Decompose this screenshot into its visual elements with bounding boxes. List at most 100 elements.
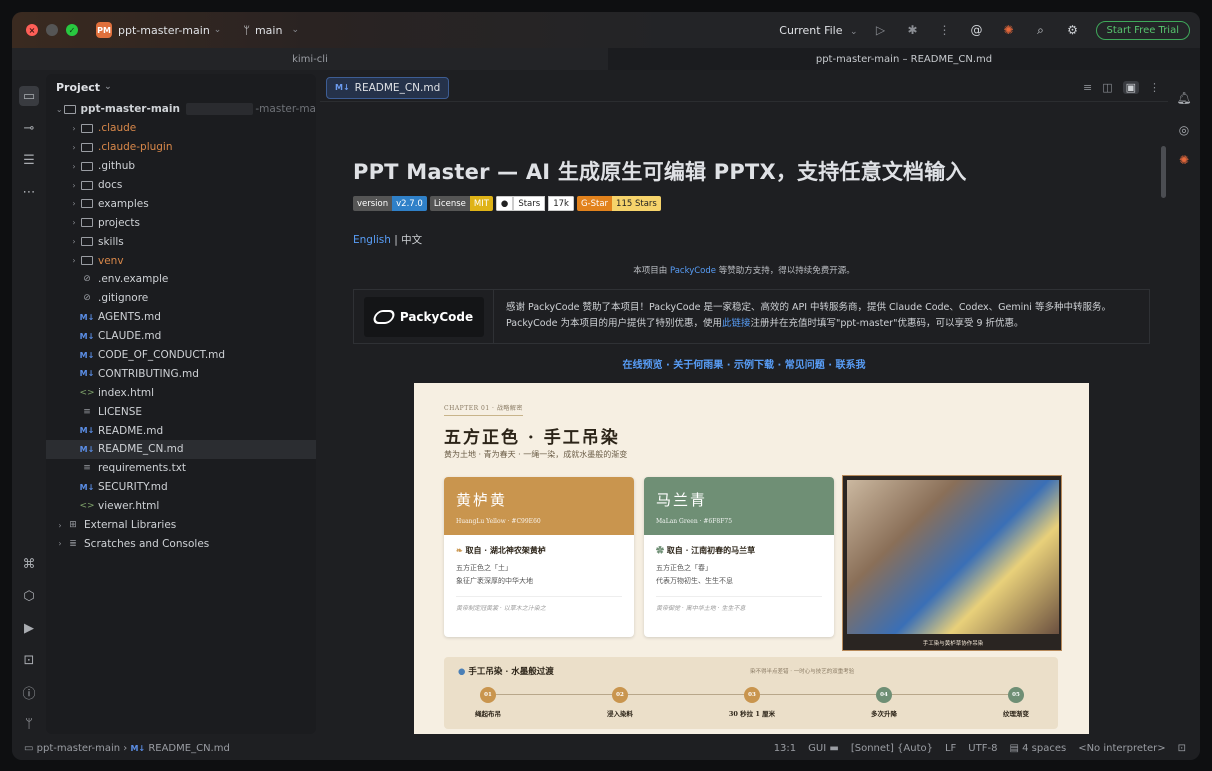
tree-item[interactable]: M↓ SECURITY.md	[46, 478, 316, 497]
version-badge[interactable]: version v2.7.0	[353, 196, 427, 211]
interpreter-selector[interactable]: <No interpreter>	[1078, 743, 1165, 754]
discount-link[interactable]: 此链接	[722, 318, 751, 329]
tree-item[interactable]: › projects	[46, 213, 316, 232]
line-separator[interactable]: LF	[945, 743, 956, 754]
step-label: 浸入染料	[607, 710, 633, 718]
breadcrumb-project[interactable]: ppt-master-main	[37, 743, 120, 754]
photo-image	[847, 480, 1059, 634]
markdown-preview[interactable]: PPT Master — AI 生成原生可编辑 PPTX，支持任意文档输入 ve…	[320, 102, 1168, 734]
ai-assistant-icon[interactable]: ◎	[1174, 120, 1194, 140]
english-link[interactable]: English	[353, 234, 391, 246]
tree-item[interactable]: M↓ CLAUDE.md	[46, 327, 316, 346]
folder-icon	[80, 160, 94, 172]
packycode-logo[interactable]: PackyCode	[363, 296, 484, 337]
tree-item[interactable]: ≡ LICENSE	[46, 402, 316, 421]
github-icon: ●	[495, 196, 514, 211]
packages-icon[interactable]: ⬡	[19, 586, 39, 606]
tree-item[interactable]: <> index.html	[46, 383, 316, 402]
zoom-window-button[interactable]: ✓	[66, 24, 78, 36]
sponsor-description: 感谢 PackyCode 赞助了本项目！PackyCode 是一家稳定、高效的 …	[494, 290, 1123, 343]
start-free-trial-button[interactable]: Start Free Trial	[1095, 20, 1190, 40]
folder-icon[interactable]: ▭	[19, 86, 39, 106]
tree-item[interactable]: › venv	[46, 251, 316, 270]
services-icon[interactable]: ▶	[19, 618, 39, 638]
tree-item[interactable]: M↓ CODE_OF_CONDUCT.md	[46, 346, 316, 365]
packycode-link[interactable]: PackyCode	[670, 266, 716, 276]
window-tab-ppt-master[interactable]: ppt-master-main – README_CN.md	[608, 48, 1200, 70]
vertical-scrollbar[interactable]	[1161, 146, 1166, 198]
tree-item[interactable]: M↓ AGENTS.md	[46, 308, 316, 327]
tree-item[interactable]: › docs	[46, 176, 316, 195]
tree-item[interactable]: M↓ README.md	[46, 421, 316, 440]
lock-icon[interactable]: ⊡	[1178, 743, 1186, 754]
model-selector[interactable]: [Sonnet] {Auto}	[851, 743, 933, 754]
notifications-icon[interactable]: 🔔︎	[1174, 88, 1194, 108]
tree-item[interactable]: <> viewer.html	[46, 497, 316, 516]
claude-icon[interactable]: ✺	[1174, 150, 1194, 170]
library-icon: ⊞	[69, 520, 77, 531]
problems-icon[interactable]: ⓘ	[19, 682, 39, 702]
gui-indicator[interactable]: GUI ▬	[808, 743, 839, 754]
tree-item[interactable]: M↓ CONTRIBUTING.md	[46, 364, 316, 383]
tree-item[interactable]: › examples	[46, 194, 316, 213]
packycode-logo-icon	[371, 309, 397, 324]
breadcrumb-file[interactable]: README_CN.md	[148, 743, 229, 754]
tree-item[interactable]: › .claude	[46, 119, 316, 138]
license-badge[interactable]: License MIT	[429, 196, 493, 211]
debug-icon[interactable]: ✱	[904, 21, 922, 39]
github-stars-badge[interactable]: ● Stars 17k	[495, 196, 574, 211]
more-icon[interactable]: ⋮	[1149, 81, 1160, 94]
badge-row: version v2.7.0 License MIT ● Stars 17k G-Sta…	[353, 196, 661, 211]
gear-icon[interactable]: ⚙	[1064, 21, 1082, 39]
tree-item[interactable]: ⊘ .gitignore	[46, 289, 316, 308]
terminal-icon[interactable]: ⊡	[19, 650, 39, 670]
project-switcher[interactable]: ppt-master-main	[118, 24, 210, 37]
redacted-path	[185, 103, 254, 116]
photo-caption: 手工染与黄栌草协作吊染	[922, 641, 984, 647]
readme-nav-links[interactable]: 在线预览 · 关于何雨果 · 示例下载 · 常见问题 · 联系我	[320, 356, 1168, 371]
minimize-window-button[interactable]	[46, 24, 58, 36]
tree-item[interactable]: ≡ requirements.txt	[46, 459, 316, 478]
tree-item[interactable]: › .github	[46, 157, 316, 176]
run-config-selector[interactable]: Current File ⌄	[779, 24, 857, 37]
more-icon[interactable]: ⋮	[936, 21, 954, 39]
indent-setting[interactable]: ▤ 4 spaces	[1009, 743, 1066, 754]
external-libraries[interactable]: › ⊞ External Libraries	[46, 516, 316, 535]
close-window-button[interactable]: ×	[26, 24, 38, 36]
claude-spark-icon[interactable]: ✺	[1000, 21, 1018, 39]
project-panel-header[interactable]: Project ⌄	[46, 74, 316, 100]
structure-icon[interactable]: ☰	[19, 150, 39, 170]
tree-item[interactable]: › skills	[46, 232, 316, 251]
markdown-file-icon: M↓	[79, 369, 95, 379]
commit-icon[interactable]: ⊸	[19, 118, 39, 138]
card-body: ✿ 取自 · 江南初春的马兰草 五方正色之「春」 代表万物初生、生生不息 黄帝御觉…	[644, 535, 834, 622]
project-panel-title: Project	[56, 80, 101, 94]
split-view-icon[interactable]: ◫	[1102, 81, 1112, 94]
step-label: 多次升降	[871, 710, 897, 718]
scratches-and-consoles[interactable]: › ≣ Scratches and Consoles	[46, 534, 316, 553]
card-code: HuangLu Yellow · #C99E60	[456, 518, 541, 525]
more-tools-icon[interactable]: ⋯	[19, 182, 39, 202]
gstar-badge[interactable]: G-Star 115 Stars	[576, 196, 661, 211]
tree-item[interactable]: ⊘ .env.example	[46, 270, 316, 289]
editor-tab-readme-cn[interactable]: M↓ README_CN.md	[326, 76, 450, 99]
preview-only-icon[interactable]: ▣	[1122, 81, 1139, 94]
card-header: 黄栌黄 HuangLu Yellow · #C99E60	[444, 477, 634, 535]
tree-item[interactable]: › .claude-plugin	[46, 138, 316, 157]
git-icon[interactable]: ᛘ	[19, 714, 39, 734]
window-tab-kimi-cli[interactable]: kimi-cli	[12, 48, 608, 70]
editor-only-icon[interactable]: ≡	[1083, 81, 1092, 94]
caret-position[interactable]: 13:1	[774, 743, 796, 754]
ai-spiral-icon[interactable]: @	[968, 21, 986, 39]
step-number: 02	[612, 687, 628, 703]
tree-item[interactable]: M↓ README_CN.md	[46, 440, 316, 459]
run-icon[interactable]: ▷	[872, 21, 890, 39]
python-console-icon[interactable]: ⌘	[19, 554, 39, 574]
branch-switcher[interactable]: ᛘ main ⌄	[243, 24, 299, 37]
tree-root[interactable]: ⌄ ppt-master-main -master-ma	[46, 100, 316, 119]
tree-item-label: README_CN.md	[98, 443, 184, 456]
search-icon[interactable]: ⌕	[1032, 21, 1050, 39]
file-encoding[interactable]: UTF-8	[968, 743, 997, 754]
editor-tab-bar: M↓ README_CN.md ≡ ◫ ▣ ⋮	[320, 74, 1168, 102]
chevron-right-icon: ›	[72, 199, 76, 209]
